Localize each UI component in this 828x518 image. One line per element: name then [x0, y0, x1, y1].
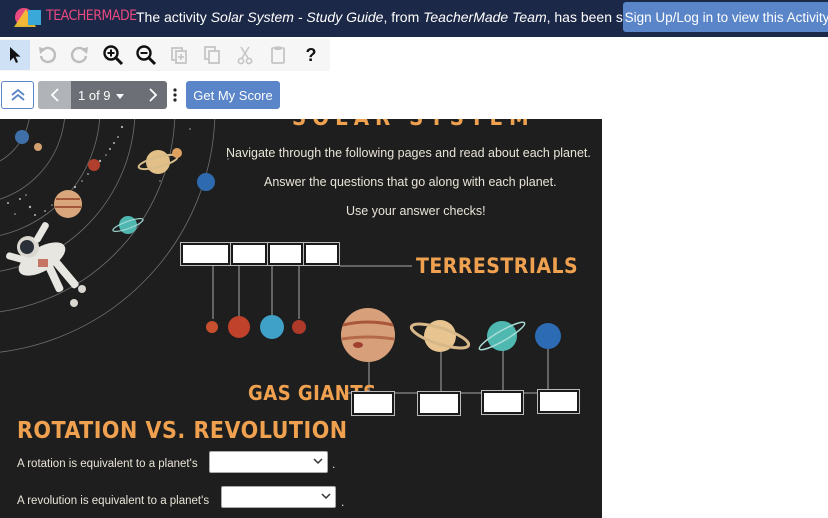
instruction-line-1: Navigate through the following pages and… [226, 146, 591, 160]
planet-neptune-top-icon [197, 173, 215, 191]
revolution-question: A revolution is equivalent to a planet's [17, 495, 210, 507]
activity-title: Solar System - Study Guide [210, 9, 384, 25]
instruction-line-3: Use your answer checks! [346, 204, 486, 218]
page-title-partial: SOLAR SYSTEM [292, 119, 535, 131]
redo-icon [70, 46, 88, 64]
help-button[interactable]: ? [296, 40, 326, 70]
gas-giant-answer-box-1[interactable] [351, 391, 395, 416]
planet-mercury-icon [206, 321, 218, 333]
top-banner: TEACHERMADE The activity Solar System - … [0, 0, 828, 37]
pointer-tool-button[interactable] [0, 40, 30, 70]
share-message-from: , from [383, 9, 424, 25]
planet-uranus-icon [478, 321, 526, 351]
toolbar: ? [0, 39, 330, 71]
gas-giant-answer-box-4[interactable] [537, 389, 580, 414]
gas-giant-answer-box-3[interactable] [481, 390, 524, 415]
collapse-toolbar-button[interactable] [1, 81, 34, 109]
planet-saturn-icon [409, 320, 471, 352]
page-label: 1 of 9 [78, 88, 111, 103]
terrestrial-connectors [212, 265, 412, 319]
copy-icon [204, 46, 220, 64]
planet-earth-icon [260, 315, 284, 339]
terrestrial-answer-box-4[interactable] [303, 242, 340, 266]
planet-earth-icon [15, 130, 29, 144]
chevron-right-icon [148, 88, 157, 102]
revolution-answer-dropdown[interactable] [221, 486, 336, 508]
get-my-score-button[interactable]: Get My Score [186, 81, 280, 109]
rotation-period: . [332, 457, 336, 471]
gas-giant-answer-box-2[interactable] [417, 391, 461, 416]
planet-venus-icon [228, 316, 250, 338]
rotation-answer-dropdown[interactable] [209, 451, 328, 473]
terrestrials-label: TERRESTRIALS [416, 254, 579, 278]
rotation-question: A rotation is equivalent to a planet's [17, 458, 198, 470]
undo-button[interactable] [32, 40, 62, 70]
page-navigator: 1 of 9 [38, 81, 167, 109]
cut-button[interactable] [230, 40, 260, 70]
caret-down-icon [116, 93, 125, 99]
share-message-prefix: The activity [136, 9, 211, 25]
astronaut-icon [6, 222, 86, 307]
chevron-down-icon [321, 493, 331, 500]
planet-small-icon [172, 148, 182, 158]
chevron-left-icon [50, 88, 59, 102]
planet-mars-icon [292, 320, 306, 334]
copy-button[interactable] [197, 40, 227, 70]
zoom-out-icon [136, 45, 157, 66]
duplicate-button[interactable] [164, 40, 194, 70]
chevron-down-icon [313, 458, 323, 465]
help-icon: ? [305, 44, 317, 65]
planet-jupiter-icon [341, 308, 395, 362]
terrestrial-answer-box-2[interactable] [230, 242, 268, 266]
more-options-icon[interactable] [172, 87, 178, 103]
double-chevron-up-icon [10, 88, 25, 101]
rotation-revolution-heading: ROTATION VS. REVOLUTION [17, 418, 348, 444]
undo-icon [39, 46, 57, 64]
redo-button[interactable] [65, 40, 95, 70]
planet-mars-icon [88, 159, 100, 171]
page-select[interactable]: 1 of 9 [78, 88, 125, 103]
previous-page-button[interactable] [38, 81, 71, 109]
planet-jupiter-top-icon [54, 190, 82, 218]
activity-page: SOLAR SYSTEM [0, 119, 602, 518]
terrestrial-answer-box-3[interactable] [267, 242, 304, 266]
share-message: The activity Solar System - Study Guide,… [136, 9, 663, 25]
terrestrial-answer-box-1[interactable] [180, 242, 231, 266]
signup-login-button[interactable]: Sign Up/Log in to view this Activity [623, 2, 828, 32]
next-page-button[interactable] [138, 81, 167, 109]
duplicate-icon [171, 47, 187, 64]
paste-button[interactable] [263, 40, 293, 70]
planet-neptune-icon [535, 323, 561, 349]
logo-text[interactable]: TEACHERMADE [46, 8, 137, 24]
author-name: TeacherMade Team [423, 9, 547, 25]
orbit-lines [0, 119, 216, 353]
zoom-in-icon [103, 45, 124, 66]
zoom-out-button[interactable] [131, 40, 161, 70]
zoom-in-button[interactable] [98, 40, 128, 70]
cut-icon [237, 46, 253, 65]
pointer-icon [10, 47, 21, 63]
revolution-period: . [341, 495, 345, 509]
instruction-line-2: Answer the questions that go along with … [264, 175, 557, 189]
planet-venus-icon [34, 143, 42, 151]
paste-icon [271, 46, 285, 64]
